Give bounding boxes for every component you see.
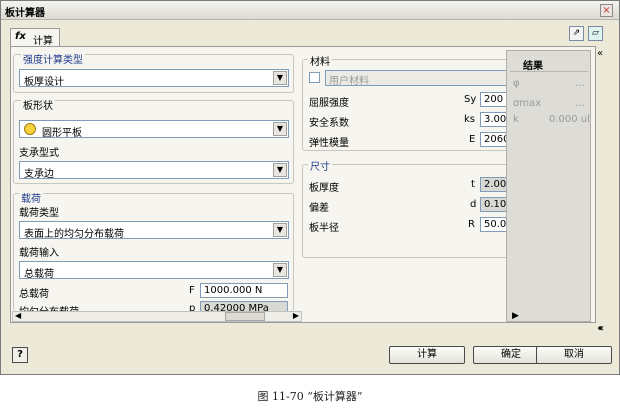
window-title: 板计算器	[5, 8, 45, 19]
tab-label: 计算	[33, 36, 53, 47]
uniform-load-value: 0.42000 MPa	[204, 303, 269, 311]
formula-icon: fx	[15, 31, 26, 42]
user-material-field: 用户材料	[325, 70, 510, 86]
uniform-load-symbol: p	[189, 303, 196, 311]
horizontal-scrollbar[interactable]: ◀ ▶	[12, 311, 302, 322]
deflection-label: 偏差	[309, 203, 329, 214]
results-panel: 结果 φ ... σmax ... k 0.000 ul	[506, 50, 591, 322]
plate-shape-value: 圆形平板	[42, 128, 82, 139]
chevron-down-icon: ▼	[273, 122, 287, 136]
load-type-select[interactable]: 表面上的均匀分布载荷 ▼	[19, 221, 289, 240]
result-symbol: φ	[513, 78, 520, 89]
strength-header: 强度计算类型	[21, 51, 85, 66]
tab-calculation[interactable]: fx 计算	[10, 28, 60, 47]
yield-strength-label: 屈服强度	[309, 98, 349, 109]
result-symbol: σmax	[513, 98, 542, 109]
yield-strength-value: 200 M	[484, 94, 507, 105]
close-button[interactable]: ×	[600, 4, 613, 17]
yield-strength-input[interactable]: 200 M	[480, 92, 508, 107]
support-type-value: 支承边	[24, 169, 54, 180]
support-type-select[interactable]: 支承边 ▼	[19, 161, 289, 180]
results-divider	[510, 71, 588, 72]
scroll-thumb[interactable]	[225, 312, 265, 321]
thickness-label: 板厚度	[309, 183, 339, 194]
support-label: 支承型式	[19, 148, 59, 159]
load-input-value: 总载荷	[24, 269, 54, 280]
elastic-modulus-symbol: E	[469, 134, 476, 145]
material-header: 材料	[308, 53, 332, 68]
expand-icon[interactable]: «	[598, 323, 604, 334]
collapse-right-icon[interactable]: «	[597, 48, 603, 59]
results-header: 结果	[523, 61, 543, 72]
help-icon[interactable]: ?	[12, 347, 28, 363]
user-material-checkbox[interactable]	[309, 72, 320, 83]
uniform-load-label: 均匀分布载荷	[19, 303, 79, 311]
figure-caption: 图 11-70 “板计算器”	[257, 390, 363, 403]
thickness-input[interactable]: 2.000	[480, 177, 508, 192]
chevron-down-icon: ▼	[273, 71, 287, 85]
safety-factor-input[interactable]: 3.000	[480, 112, 508, 127]
uniform-load-input: 0.42000 MPa	[200, 301, 288, 311]
user-material-label: 用户材料	[329, 76, 369, 86]
plate-calculator-window: 板计算器 × fx 计算 ⇗ ▱ 强度计算类型 板厚设计 ▼ 板形状 圆形平板 …	[0, 0, 620, 375]
chevron-down-icon: ▼	[273, 223, 287, 237]
radius-symbol: R	[468, 219, 475, 230]
load-type-label: 载荷类型	[19, 208, 59, 219]
safety-factor-symbol: ks	[464, 114, 476, 125]
safety-factor-label: 安全系数	[309, 118, 349, 129]
total-load-input[interactable]: 1000.000 N	[200, 283, 288, 298]
yield-strength-symbol: Sy	[464, 94, 477, 105]
plate-shape-select[interactable]: 圆形平板 ▼	[19, 120, 289, 139]
uniform-load-row-clip: 均匀分布载荷 p 0.42000 MPa	[13, 301, 295, 311]
result-symbol: k	[513, 114, 519, 125]
chevron-down-icon: ▼	[273, 163, 287, 177]
total-load-label: 总载荷	[19, 289, 49, 300]
chevron-down-icon: ▼	[273, 263, 287, 277]
result-value: ...	[575, 98, 585, 109]
total-load-symbol: F	[189, 285, 195, 296]
safety-factor-value: 3.000	[484, 114, 507, 125]
result-value: 0.000 ul	[549, 114, 590, 125]
result-value: ...	[575, 78, 585, 89]
radius-label: 板半径	[309, 223, 339, 234]
radius-value: 50.00	[484, 219, 507, 230]
help-book-icon[interactable]: ▱	[588, 26, 603, 41]
elastic-modulus-value: 2060	[484, 134, 508, 145]
right-collapse-bar[interactable]: « «	[596, 46, 607, 336]
calculate-button[interactable]: 计算	[389, 346, 465, 364]
strength-type-value: 板厚设计	[24, 77, 64, 88]
elastic-modulus-input[interactable]: 2060	[480, 132, 508, 147]
deflection-symbol: d	[470, 199, 477, 210]
export-icon[interactable]: ⇗	[569, 26, 584, 41]
dimensions-header: 尺寸	[308, 158, 332, 173]
circle-plate-icon	[24, 123, 36, 135]
load-input-label: 载荷输入	[19, 248, 59, 259]
deflection-value: 0.100	[484, 199, 507, 210]
load-input-select[interactable]: 总载荷 ▼	[19, 261, 289, 280]
thickness-value: 2.000	[484, 179, 507, 190]
cancel-button[interactable]: 取消	[536, 346, 612, 364]
scroll-right-icon[interactable]: ▶	[293, 311, 299, 320]
elastic-modulus-label: 弹性模量	[309, 138, 349, 149]
shape-header: 板形状	[21, 97, 55, 112]
total-load-value: 1000.000 N	[204, 285, 263, 296]
scroll-left-icon[interactable]: ◀	[15, 311, 21, 320]
title-bar: 板计算器 ×	[1, 1, 619, 20]
deflection-input[interactable]: 0.100	[480, 197, 508, 212]
loads-header: 载荷	[19, 190, 43, 205]
scroll-right-icon[interactable]: ▶	[512, 311, 519, 321]
load-type-value: 表面上的均匀分布载荷	[24, 229, 124, 240]
thickness-symbol: t	[471, 179, 475, 190]
radius-input[interactable]: 50.00	[480, 217, 508, 232]
strength-type-select[interactable]: 板厚设计 ▼	[19, 69, 289, 88]
